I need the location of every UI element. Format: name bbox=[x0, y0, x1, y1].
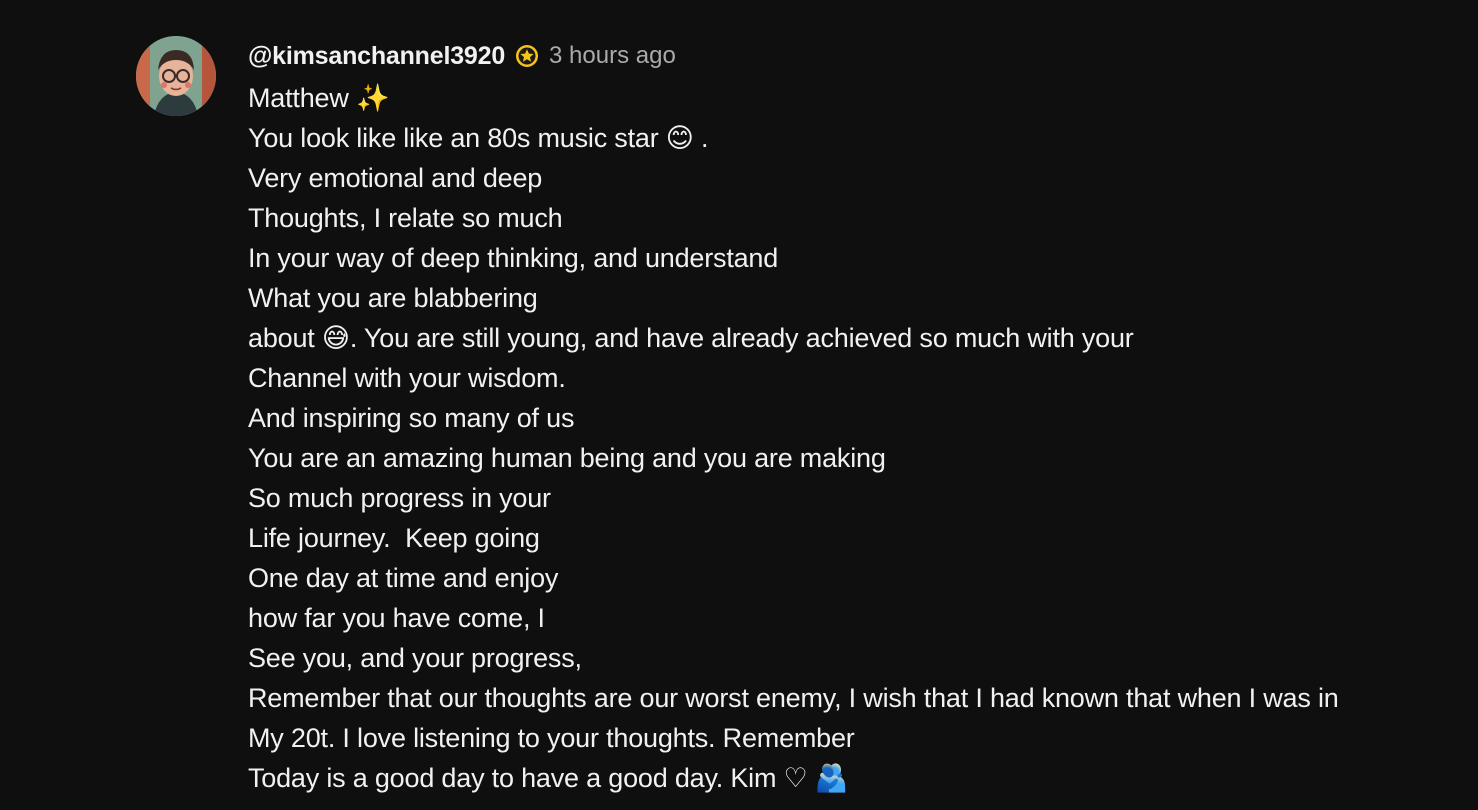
comment-line: And inspiring so many of us bbox=[248, 403, 575, 433]
comment-line: Remember that our thoughts are our worst… bbox=[248, 683, 1339, 713]
avatar[interactable] bbox=[136, 36, 216, 116]
comment-line: One day at time and enjoy bbox=[248, 563, 559, 593]
comment-content: @kimsanchannel3920 3 hours ago Matthew ✨… bbox=[248, 36, 1339, 798]
comment-line: See you, and your progress, bbox=[248, 643, 582, 673]
comment-line: Life journey. Keep going bbox=[248, 523, 540, 553]
author-name-link[interactable]: @kimsanchannel3920 bbox=[248, 42, 505, 71]
comment-line: So much progress in your bbox=[248, 483, 551, 513]
comment-line: Very emotional and deep bbox=[248, 163, 543, 193]
comment-line: You are an amazing human being and you a… bbox=[248, 443, 886, 473]
star-badge-icon bbox=[515, 44, 539, 68]
comment-body: Matthew ✨ You look like like an 80s musi… bbox=[248, 78, 1339, 798]
comment-line: how far you have come, I bbox=[248, 603, 545, 633]
comment-thread-item: @kimsanchannel3920 3 hours ago Matthew ✨… bbox=[136, 36, 1458, 798]
comment-timestamp-link[interactable]: 3 hours ago bbox=[549, 42, 676, 70]
comment-line: In your way of deep thinking, and unders… bbox=[248, 243, 779, 273]
comment-line: You look like like an 80s music star 😊 . bbox=[248, 123, 709, 153]
comment-line: What you are blabbering bbox=[248, 283, 538, 313]
avatar-illustration-icon bbox=[136, 36, 216, 116]
comment-line: Matthew ✨ bbox=[248, 83, 390, 113]
comment-line: My 20t. I love listening to your thought… bbox=[248, 723, 855, 753]
comment-line: Channel with your wisdom. bbox=[248, 363, 566, 393]
comment-line: about 😅. You are still young, and have a… bbox=[248, 323, 1134, 353]
comment-line: Today is a good day to have a good day. … bbox=[248, 763, 849, 793]
comment-header: @kimsanchannel3920 3 hours ago bbox=[248, 38, 1339, 74]
comment-line: Thoughts, I relate so much bbox=[248, 203, 563, 233]
